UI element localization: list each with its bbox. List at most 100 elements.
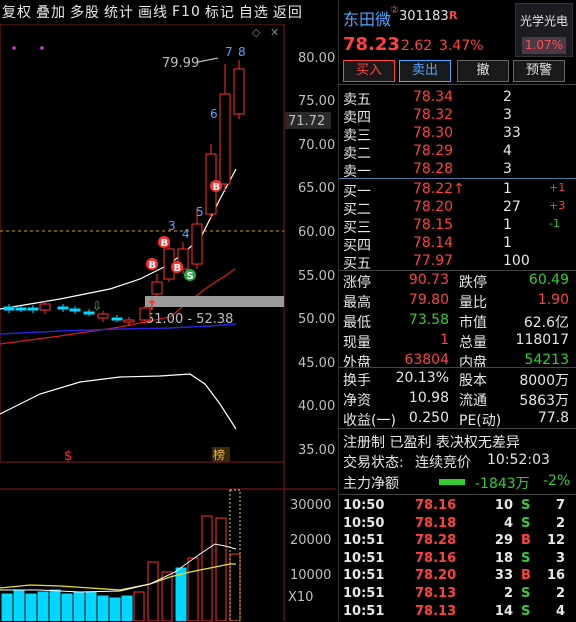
price-tick: 70.00 xyxy=(298,138,335,153)
stat-value: 60.49 xyxy=(528,272,569,288)
volume-bar xyxy=(187,557,199,621)
alert-button[interactable]: 预警 xyxy=(513,60,565,82)
trade-direction: S xyxy=(521,603,531,619)
stat-label: 跌停 xyxy=(459,275,487,291)
bid-row[interactable]: 买三 78.15 1 -1 xyxy=(343,217,573,236)
ask-row[interactable]: 卖二 78.29 4 xyxy=(343,143,573,162)
sequence-number: 7 xyxy=(225,45,233,59)
bid-row[interactable]: 买四 78.14 1 xyxy=(343,235,573,254)
bid-arrow-icon: ↑ xyxy=(453,181,465,197)
toolbar-item-0[interactable]: 复权 xyxy=(0,2,34,22)
lower-band-line xyxy=(0,373,237,430)
toolbar-item-7[interactable]: 自选 xyxy=(237,2,271,22)
price-tick: 55.00 xyxy=(298,269,335,284)
sequence-number: 4 xyxy=(182,227,190,241)
sector-pct: 1.07% xyxy=(522,37,566,54)
stat-row: 收益(一) 0.250 PE(动) 77.8 xyxy=(343,410,573,429)
last-price: 78.23 xyxy=(343,34,400,55)
trade-time: 10:50 xyxy=(343,498,385,513)
volume-unit: X10 xyxy=(288,590,313,605)
stat-value: 10.98 xyxy=(408,390,449,406)
up-arrow-icon: ↑ xyxy=(146,298,158,314)
volume-bar xyxy=(133,591,145,621)
feature-tags-text: 注册制 已盈利 表决权无差异 xyxy=(343,435,520,451)
stat-value: 20.13% xyxy=(395,370,449,386)
volume-bar xyxy=(37,591,49,621)
ask-row[interactable]: 卖四 78.32 3 xyxy=(343,107,573,126)
bid-label: 买一 xyxy=(343,184,371,200)
stat-row: 现量 1 总量 118017 xyxy=(343,332,573,351)
toolbar-item-2[interactable]: 多股 xyxy=(68,2,102,22)
trade-volume: 10 xyxy=(494,498,513,513)
toolbar-item-3[interactable]: 统计 xyxy=(102,2,136,22)
bid-label: 买三 xyxy=(343,220,371,236)
bid-price: 78.15 xyxy=(413,217,454,233)
cancel-order-button[interactable]: 撤 xyxy=(457,60,509,82)
volume-bar xyxy=(73,591,85,621)
main-flow-pct: -2% xyxy=(543,473,571,489)
bid-price: 78.14 xyxy=(413,235,454,251)
stat-value: 5863万 xyxy=(519,393,569,409)
toolbar-item-5[interactable]: F10 xyxy=(170,4,203,20)
trade-direction: S xyxy=(521,586,531,601)
toolbar-item-1[interactable]: 叠加 xyxy=(34,2,68,22)
stat-label: 涨停 xyxy=(343,275,371,291)
trade-direction: S xyxy=(521,515,531,531)
sector-box[interactable]: 光学光电 1.07% xyxy=(515,3,573,57)
ask-price: 78.28 xyxy=(413,161,454,177)
bid-row[interactable]: 买二 78.20 27 +3 xyxy=(343,199,573,218)
stat-label: PE(动) xyxy=(459,413,502,429)
candle-body xyxy=(15,307,27,311)
trade-price: 78.13 xyxy=(415,603,457,619)
ask-label: 卖三 xyxy=(343,128,371,144)
volume-bar xyxy=(97,595,109,621)
trade-count: 16 xyxy=(547,568,566,584)
toolbar-item-8[interactable]: 返回 xyxy=(271,2,305,22)
trade-time: 10:51 xyxy=(343,533,385,549)
stat-label: 净资 xyxy=(343,393,371,409)
ask-price: 78.32 xyxy=(413,107,454,123)
stat-label: 量比 xyxy=(459,295,487,311)
stock-name: 东田微 xyxy=(343,10,392,29)
trade-status: 连续竞价 xyxy=(415,455,471,471)
ask-price: 78.34 xyxy=(413,89,454,105)
stat-label: 最高 xyxy=(343,295,371,311)
ask-row[interactable]: 卖五 78.34 2 xyxy=(343,89,573,108)
stat-label: 收益(一) xyxy=(343,413,396,429)
sequence-number: 3 xyxy=(168,219,176,233)
sequence-number: 6 xyxy=(210,107,218,121)
trade-direction: S xyxy=(521,498,531,513)
bid-price: 78.22 xyxy=(413,181,454,197)
bid-change: +3 xyxy=(549,199,566,212)
diamond-icon[interactable]: ◇ xyxy=(252,26,261,39)
close-icon[interactable]: ✕ xyxy=(270,26,279,39)
trade-volume: 33 xyxy=(494,568,513,584)
high-arrow xyxy=(197,57,219,63)
trade-row: 10:51 78.20 33 B 16 xyxy=(343,568,575,586)
buy-button[interactable]: 买入 xyxy=(343,60,395,82)
ask-price: 78.30 xyxy=(413,125,454,141)
volume-bar xyxy=(85,591,97,621)
toolbar-item-4[interactable]: 画线 xyxy=(136,2,170,22)
toolbar-item-6[interactable]: 标记 xyxy=(203,2,237,22)
bid-row[interactable]: 买五 77.97 100 xyxy=(343,253,573,272)
trade-row: 10:51 78.28 29 B 12 xyxy=(343,533,575,551)
sell-button[interactable]: 卖出 xyxy=(399,60,451,82)
price-tick: 75.00 xyxy=(298,94,335,109)
bid-row[interactable]: 买一 78.22 ↑ 1 +1 xyxy=(343,181,573,200)
trade-count: 7 xyxy=(555,498,565,513)
stat-value: 62.6亿 xyxy=(523,315,569,331)
vol-ma-yellow xyxy=(0,563,236,591)
volume-bar xyxy=(121,595,133,621)
price-change-pct: 3.47% xyxy=(439,38,484,54)
signal-letter: B xyxy=(161,238,169,249)
stat-label: 总量 xyxy=(459,335,487,351)
kline-chart[interactable]: 80.00 75.00 70.00 65.00 60.00 55.00 50.00 45.00… xyxy=(0,24,336,621)
ask-row[interactable]: 卖三 78.30 33 xyxy=(343,125,573,144)
down-arrow-icon: ⇩ xyxy=(92,299,102,313)
ask-row[interactable]: 卖一 78.28 3 xyxy=(343,161,573,180)
signal-letter: B xyxy=(149,260,157,271)
trade-time: 10:51 xyxy=(343,586,385,601)
price-tick: 80.00 xyxy=(298,51,335,66)
trade-time: 10:51 xyxy=(343,568,385,584)
